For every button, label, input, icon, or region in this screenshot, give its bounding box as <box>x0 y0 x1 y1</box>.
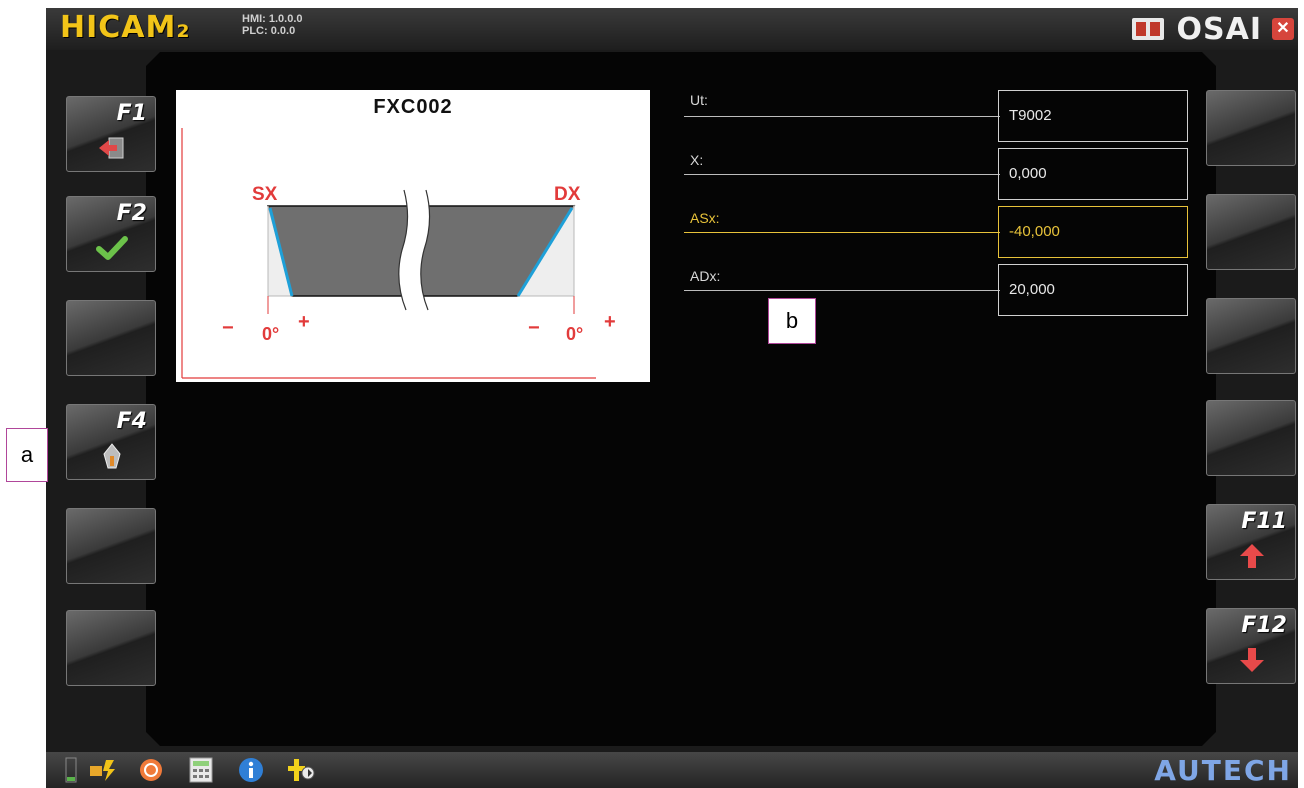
version-info: HMI: 1.0.0.0 PLC: 0.0.0 <box>242 13 303 37</box>
sx-minus-label: − <box>222 317 234 339</box>
checkmark-icon <box>95 233 129 263</box>
f4-label: F4 <box>116 409 147 434</box>
f11-label: F11 <box>1241 509 1287 534</box>
dx-plus-label: + <box>604 311 616 333</box>
app-window: HICAM₂ HMI: 1.0.0.0 PLC: 0.0.0 OSAI ✕ F1… <box>46 8 1298 788</box>
f6-button[interactable] <box>66 610 156 686</box>
dx-zero-label: 0° <box>566 324 583 344</box>
brand-logo: OSAI <box>1176 12 1262 47</box>
app-title: HICAM₂ <box>60 10 191 45</box>
adx-input[interactable]: 20,000 <box>998 264 1188 316</box>
title-bar: HICAM₂ HMI: 1.0.0.0 PLC: 0.0.0 OSAI ✕ <box>46 8 1298 50</box>
hmi-version: HMI: 1.0.0.0 <box>242 13 303 25</box>
ut-input[interactable]: T9002 <box>998 90 1188 142</box>
power-plug-icon[interactable] <box>88 756 118 784</box>
f3-button[interactable] <box>66 300 156 376</box>
f12-button[interactable]: F12 <box>1206 608 1296 684</box>
adx-label: ADx: <box>690 268 721 284</box>
exit-arrow-icon <box>95 133 129 163</box>
autech-logo: AUTECH <box>1154 754 1292 787</box>
f7-button[interactable] <box>1206 90 1296 166</box>
f10-button[interactable] <box>1206 400 1296 476</box>
profile-drawing: SX DX − 0° + − 0° + FXC002 <box>176 90 650 382</box>
tool-icon <box>95 441 129 471</box>
f9-button[interactable] <box>1206 298 1296 374</box>
osai-logo-mark-icon <box>1132 18 1164 40</box>
arrow-up-icon <box>1235 541 1269 571</box>
callout-b: b <box>768 298 816 344</box>
bottom-toolbar: AUTECH <box>46 752 1298 788</box>
adx-underline <box>684 290 1000 291</box>
f5-button[interactable] <box>66 508 156 584</box>
f11-button[interactable]: F11 <box>1206 504 1296 580</box>
ut-underline <box>684 116 1000 117</box>
f4-button[interactable]: F4 <box>66 404 156 480</box>
sx-plus-label: + <box>298 311 310 333</box>
plc-version: PLC: 0.0.0 <box>242 25 296 37</box>
ut-label: Ut: <box>690 92 708 108</box>
asx-input[interactable]: -40,000 <box>998 206 1188 258</box>
callout-a: a <box>6 428 48 482</box>
dx-label: DX <box>554 184 581 205</box>
x-input[interactable]: 0,000 <box>998 148 1188 200</box>
sx-label: SX <box>252 184 278 205</box>
f8-button[interactable] <box>1206 194 1296 270</box>
f2-button[interactable]: F2 <box>66 196 156 272</box>
f12-label: F12 <box>1241 613 1287 638</box>
dx-minus-label: − <box>528 317 540 339</box>
f1-label: F1 <box>116 101 147 126</box>
arrow-down-icon <box>1235 645 1269 675</box>
sx-zero-label: 0° <box>262 324 279 344</box>
asx-underline <box>684 232 1000 233</box>
calculator-icon[interactable] <box>186 756 216 784</box>
f1-button[interactable]: F1 <box>66 96 156 172</box>
asx-label: ASx: <box>690 210 720 226</box>
f2-label: F2 <box>116 201 147 226</box>
close-button[interactable]: ✕ <box>1272 18 1294 40</box>
info-icon[interactable] <box>236 756 266 784</box>
tool-setup-icon[interactable] <box>286 756 316 784</box>
x-label: X: <box>690 152 704 168</box>
drawing-title: FXC002 <box>373 96 453 118</box>
battery-icon <box>64 756 78 784</box>
power-button-icon[interactable] <box>136 756 166 784</box>
x-underline <box>684 174 1000 175</box>
